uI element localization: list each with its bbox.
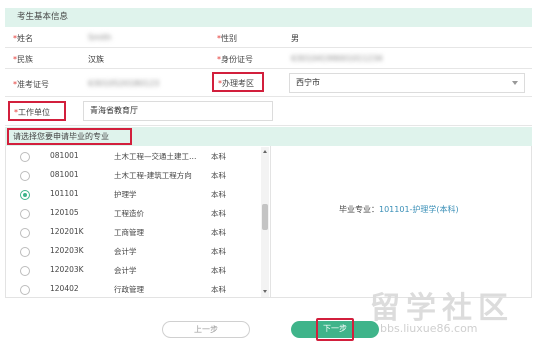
graduation-major: 毕业专业：101101-护理学(本科) <box>339 204 459 215</box>
major-level: 本科 <box>211 152 226 161</box>
graduation-major-label: 毕业专业： <box>339 205 379 214</box>
id-number-value: 630104199001011234 <box>291 54 383 63</box>
major-level: 本科 <box>211 190 226 199</box>
gender-value: 男 <box>291 34 299 43</box>
prev-step-button[interactable]: 上一步 <box>162 321 250 338</box>
major-code: 120402 <box>50 284 79 293</box>
major-row[interactable]: 120201K 工商管理 本科 <box>6 223 261 242</box>
major-name: 土木工程-建筑工程方向 <box>114 171 192 180</box>
major-level: 本科 <box>211 209 226 218</box>
major-row[interactable]: 081001 土木工程-建筑工程方向 本科 <box>6 166 261 185</box>
chevron-down-icon <box>512 81 518 85</box>
major-level: 本科 <box>211 171 226 180</box>
major-code: 120105 <box>50 208 79 217</box>
name-label: *姓名 <box>13 34 33 43</box>
row-ethnicity-id <box>5 48 532 69</box>
radio-button[interactable] <box>20 171 30 181</box>
graduation-major-value: 101101-护理学(本科) <box>379 205 459 214</box>
major-level: 本科 <box>211 228 226 237</box>
radio-button[interactable] <box>20 247 30 257</box>
major-section-title: 请选择您要申请毕业的专业 <box>7 128 132 145</box>
major-name: 工程造价 <box>114 209 144 218</box>
major-code: 101101 <box>50 189 79 198</box>
major-code: 081001 <box>50 151 79 160</box>
exam-id-value: 63010520180123 <box>88 79 160 88</box>
ethnicity-label: *民族 <box>13 55 33 64</box>
radio-button[interactable] <box>20 228 30 238</box>
major-row[interactable]: 101101 护理学 本科 <box>6 185 261 204</box>
exam-area-selected-value: 西宁市 <box>296 78 320 87</box>
major-row[interactable]: 120105 工程造价 本科 <box>6 204 261 223</box>
major-divider <box>270 146 271 298</box>
row-name-gender <box>5 27 532 48</box>
workplace-label: *工作单位 <box>8 101 66 121</box>
radio-button[interactable] <box>20 285 30 295</box>
exam-area-select[interactable]: 西宁市 <box>289 73 525 93</box>
major-list[interactable]: 081001 土木工程—交通土建工… 本科 081001 土木工程-建筑工程方向 本科 10… <box>6 147 261 297</box>
major-level: 本科 <box>211 266 226 275</box>
major-name: 会计学 <box>114 266 137 275</box>
major-level: 本科 <box>211 247 226 256</box>
major-name: 行政管理 <box>114 285 144 294</box>
workplace-input-value: 青海省教育厅 <box>90 106 138 115</box>
major-row[interactable]: 081001 土木工程—交通土建工… 本科 <box>6 147 261 166</box>
major-code: 120203K <box>50 265 84 274</box>
major-row[interactable]: 120203K 会计学 本科 <box>6 261 261 280</box>
watermark-url: bbs.liuxue86.com <box>380 322 478 335</box>
scroll-down-arrow-icon[interactable] <box>263 290 267 293</box>
major-level: 本科 <box>211 285 226 294</box>
major-row[interactable]: 120203K 会计学 本科 <box>6 242 261 261</box>
major-code: 120203K <box>50 246 84 255</box>
scroll-up-arrow-icon[interactable] <box>263 150 267 153</box>
exam-id-label: *准考证号 <box>13 80 49 89</box>
radio-button[interactable] <box>20 190 30 200</box>
ethnicity-value: 汉族 <box>88 55 104 64</box>
next-step-highlight <box>316 318 354 341</box>
major-name: 工商管理 <box>114 228 144 237</box>
major-name: 护理学 <box>114 190 137 199</box>
major-code: 120201K <box>50 227 84 236</box>
major-row[interactable]: 120402 行政管理 本科 <box>6 280 261 297</box>
major-list-scrollbar[interactable] <box>261 147 269 297</box>
basic-info-header: 考生基本信息 <box>5 8 532 27</box>
workplace-input[interactable]: 青海省教育厅 <box>83 101 273 121</box>
major-code: 081001 <box>50 170 79 179</box>
major-name: 会计学 <box>114 247 137 256</box>
radio-button[interactable] <box>20 209 30 219</box>
radio-button[interactable] <box>20 266 30 276</box>
exam-area-label: *办理考区 <box>212 72 264 92</box>
watermark-logo: 留学社区 <box>370 291 514 326</box>
id-number-label: *身份证号 <box>217 55 253 64</box>
basic-info-title: 考生基本信息 <box>17 12 69 22</box>
gender-label: *性别 <box>217 34 237 43</box>
radio-button[interactable] <box>20 152 30 162</box>
name-value: Smith <box>88 33 112 42</box>
major-name: 土木工程—交通土建工… <box>114 152 197 161</box>
scrollbar-thumb[interactable] <box>262 204 268 230</box>
